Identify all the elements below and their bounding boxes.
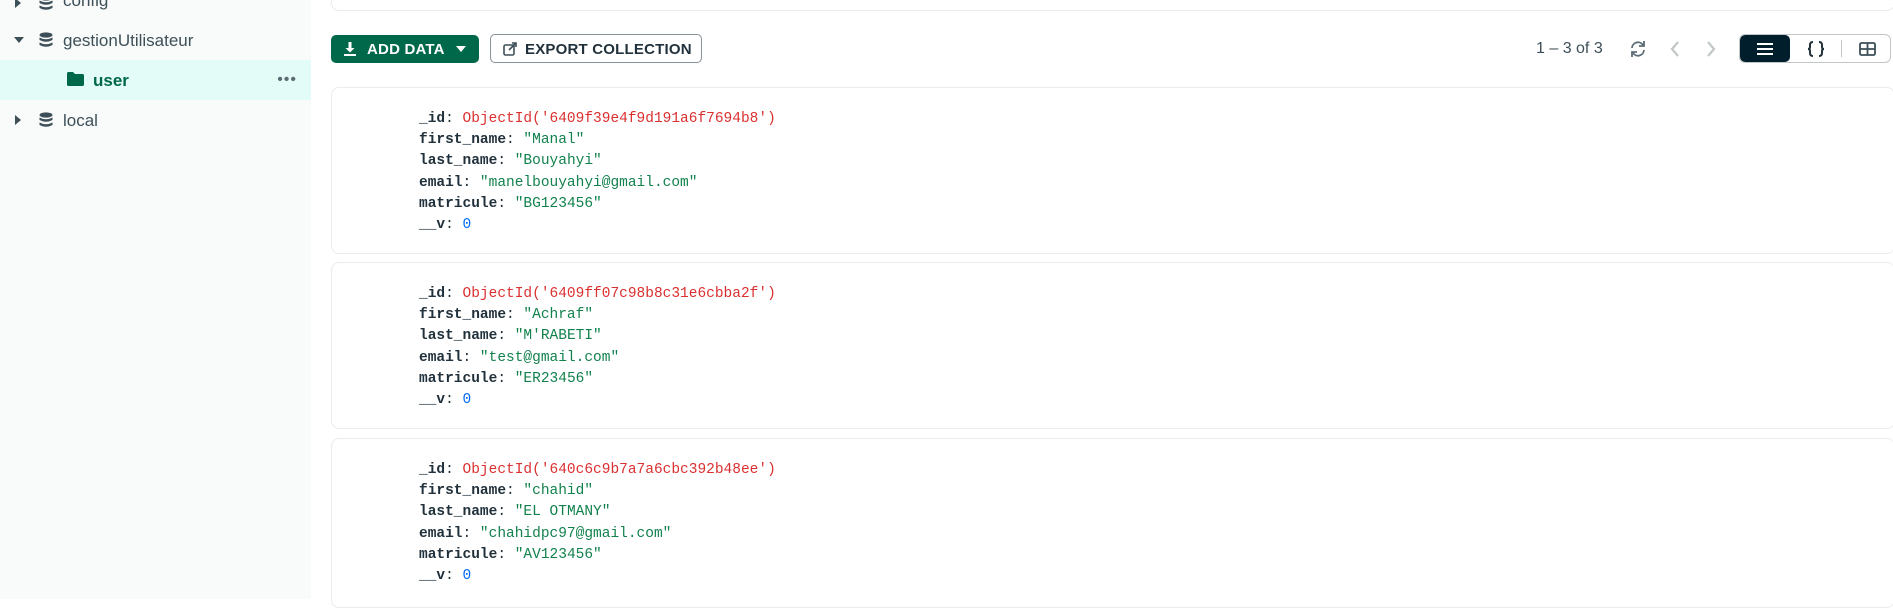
field-key: first_name bbox=[419, 307, 507, 324]
field-value: "chahidpc97@gmail.com" bbox=[479, 525, 672, 542]
field-value: ObjectId('640c6c9b7a7a6cbc392b48ee') bbox=[462, 462, 776, 478]
field-row: __v: 0 bbox=[419, 391, 472, 408]
field-row: first_name: "Achraf" bbox=[419, 307, 594, 324]
field-key: first_name bbox=[419, 132, 507, 149]
field-key: _id bbox=[419, 462, 446, 478]
field-row: email: "manelbouyahyi@gmail.com" bbox=[419, 174, 698, 191]
sidebar-item-gestionutilisateur[interactable]: gestionUtilisateur bbox=[0, 20, 311, 60]
sidebar-item-label: config bbox=[63, 0, 109, 10]
field-value: 0 bbox=[462, 391, 472, 408]
refresh-icon[interactable] bbox=[1629, 40, 1647, 58]
field-value: "M'RABETI" bbox=[514, 328, 602, 345]
document-card[interactable]: _id: ObjectId('6409f39e4f9d191a6f7694b8'… bbox=[331, 87, 1893, 254]
field-key: matricule bbox=[419, 195, 498, 212]
more-options-icon[interactable]: ••• bbox=[277, 70, 297, 90]
field-row: last_name: "EL OTMANY" bbox=[419, 504, 611, 521]
field-value: "Manal" bbox=[523, 132, 585, 149]
field-row: __v: 0 bbox=[419, 216, 472, 233]
pagination-summary: 1 – 3 of 3 bbox=[1536, 40, 1603, 57]
list-view-icon bbox=[1757, 42, 1773, 55]
field-key: email bbox=[419, 349, 463, 366]
list-view-button[interactable] bbox=[1740, 35, 1790, 62]
field-value: "AV123456" bbox=[514, 546, 602, 563]
field-row: matricule: "AV123456" bbox=[419, 546, 602, 563]
document-fields: _id: ObjectId('6409f39e4f9d191a6f7694b8'… bbox=[419, 109, 776, 236]
field-key: __v bbox=[419, 567, 446, 584]
field-key: _id bbox=[419, 111, 446, 127]
field-row: first_name: "chahid" bbox=[419, 483, 594, 500]
field-key: email bbox=[419, 174, 463, 191]
download-icon bbox=[344, 42, 356, 56]
field-value: "ER23456" bbox=[514, 370, 594, 387]
folder-icon bbox=[67, 72, 84, 86]
export-icon bbox=[503, 42, 517, 56]
json-view-button[interactable] bbox=[1790, 35, 1841, 62]
view-toggle-group bbox=[1739, 34, 1891, 63]
table-view-icon bbox=[1858, 41, 1876, 56]
sidebar-item-label: gestionUtilisateur bbox=[63, 31, 194, 50]
field-value: "manelbouyahyi@gmail.com" bbox=[479, 174, 698, 191]
chevron-left-icon[interactable] bbox=[1669, 40, 1681, 58]
chevron-down-icon[interactable] bbox=[456, 46, 466, 53]
field-row: email: "test@gmail.com" bbox=[419, 349, 620, 366]
add-data-button[interactable]: ADD DATA bbox=[331, 35, 479, 63]
sidebar-item-local[interactable]: local bbox=[0, 100, 311, 140]
field-value: "Bouyahyi" bbox=[514, 153, 602, 170]
export-collection-button[interactable]: EXPORT COLLECTION bbox=[490, 34, 702, 63]
field-key: _id bbox=[419, 286, 446, 302]
field-value: 0 bbox=[462, 216, 472, 233]
export-collection-label: EXPORT COLLECTION bbox=[525, 41, 692, 58]
field-row: _id: ObjectId('6409f39e4f9d191a6f7694b8'… bbox=[419, 111, 776, 127]
field-value: "EL OTMANY" bbox=[514, 504, 611, 521]
document-fields: _id: ObjectId('640c6c9b7a7a6cbc392b48ee'… bbox=[419, 460, 776, 587]
field-row: _id: ObjectId('640c6c9b7a7a6cbc392b48ee'… bbox=[419, 462, 776, 478]
chevron-right-icon[interactable] bbox=[1705, 40, 1717, 58]
previous-panel-edge bbox=[331, 0, 1893, 11]
sidebar-item-label: user bbox=[93, 71, 129, 90]
field-value: "test@gmail.com" bbox=[479, 349, 620, 366]
field-key: last_name bbox=[419, 504, 498, 521]
caret-right-icon[interactable] bbox=[15, 115, 21, 125]
field-value: "BG123456" bbox=[514, 195, 602, 212]
field-key: __v bbox=[419, 216, 446, 233]
document-card[interactable]: _id: ObjectId('6409ff07c98b8c31e6cbba2f'… bbox=[331, 262, 1893, 429]
field-row: first_name: "Manal" bbox=[419, 132, 585, 149]
field-key: last_name bbox=[419, 153, 498, 170]
field-key: matricule bbox=[419, 370, 498, 387]
field-key: email bbox=[419, 525, 463, 542]
field-row: last_name: "Bouyahyi" bbox=[419, 153, 602, 170]
add-data-label: ADD DATA bbox=[367, 41, 445, 58]
field-value: ObjectId('6409ff07c98b8c31e6cbba2f') bbox=[462, 286, 776, 302]
field-key: last_name bbox=[419, 328, 498, 345]
field-key: matricule bbox=[419, 546, 498, 563]
documents-panel: ADD DATA EXPORT COLLECTION 1 – 3 of 3 _i… bbox=[311, 0, 1893, 608]
field-value: 0 bbox=[462, 567, 472, 584]
field-key: first_name bbox=[419, 483, 507, 500]
database-icon bbox=[39, 112, 53, 127]
field-value: "chahid" bbox=[523, 483, 594, 500]
document-fields: _id: ObjectId('6409ff07c98b8c31e6cbba2f'… bbox=[419, 284, 776, 411]
database-icon bbox=[39, 32, 53, 47]
field-row: last_name: "M'RABETI" bbox=[419, 328, 602, 345]
field-row: __v: 0 bbox=[419, 567, 472, 584]
field-row: _id: ObjectId('6409ff07c98b8c31e6cbba2f'… bbox=[419, 286, 776, 302]
sidebar-item-label: local bbox=[63, 111, 98, 130]
caret-down-icon[interactable] bbox=[14, 37, 24, 43]
json-view-icon bbox=[1807, 40, 1824, 57]
sidebar-item-user[interactable]: user ••• bbox=[0, 60, 311, 100]
sidebar: config gestionUtilisateur user ••• local bbox=[0, 0, 311, 599]
database-icon bbox=[39, 0, 53, 10]
table-view-button[interactable] bbox=[1842, 35, 1890, 62]
field-value: ObjectId('6409f39e4f9d191a6f7694b8') bbox=[462, 111, 776, 127]
document-card[interactable]: _id: ObjectId('640c6c9b7a7a6cbc392b48ee'… bbox=[331, 438, 1893, 608]
field-value: "Achraf" bbox=[523, 307, 594, 324]
field-key: __v bbox=[419, 391, 446, 408]
field-row: matricule: "BG123456" bbox=[419, 195, 602, 212]
field-row: email: "chahidpc97@gmail.com" bbox=[419, 525, 672, 542]
caret-right-icon[interactable] bbox=[15, 0, 21, 8]
field-row: matricule: "ER23456" bbox=[419, 370, 594, 387]
